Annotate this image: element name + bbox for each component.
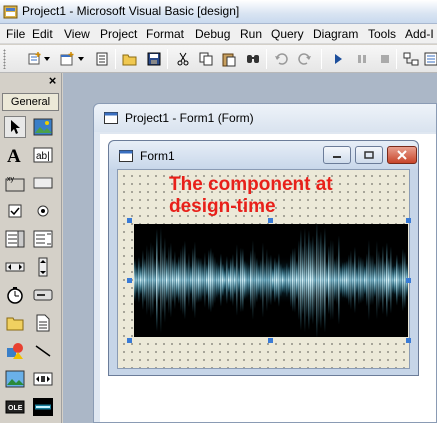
redo-icon[interactable] [296, 50, 314, 68]
toolbox-tab-general[interactable]: General [2, 93, 59, 111]
selection-handle[interactable] [406, 338, 411, 343]
form1-title-bar[interactable]: Form1 [109, 141, 418, 169]
menu-query[interactable]: Query [271, 27, 304, 41]
optionbutton-tool-icon[interactable] [32, 200, 54, 222]
toolbar-separator [321, 49, 322, 69]
filelistbox-tool-icon[interactable] [32, 312, 54, 334]
timer-tool-icon[interactable] [4, 284, 26, 306]
window-title: Project1 - Microsoft Visual Basic [desig… [22, 4, 240, 18]
form1-title: Form1 [140, 149, 175, 163]
chevron-down-icon[interactable] [43, 50, 51, 68]
image-tool-icon[interactable] [4, 368, 26, 390]
standard-toolbar [0, 45, 437, 73]
end-icon[interactable] [376, 50, 394, 68]
picturebox-tool-icon[interactable] [32, 116, 54, 138]
svg-text:OLE: OLE [8, 405, 23, 412]
menu-project[interactable]: Project [100, 27, 137, 41]
open-icon[interactable] [121, 50, 139, 68]
find-icon[interactable] [244, 50, 262, 68]
menu-file[interactable]: File [6, 27, 25, 41]
maximize-button[interactable] [355, 146, 383, 164]
dirlistbox-tool-icon[interactable] [4, 312, 26, 334]
audio-visualizer-tool-icon[interactable] [32, 396, 54, 418]
menu-view[interactable]: View [64, 27, 90, 41]
save-icon[interactable] [145, 50, 163, 68]
title-bar: Project1 - Microsoft Visual Basic [desig… [0, 0, 437, 24]
toolbox-close-button[interactable]: × [46, 74, 59, 88]
form-icon [119, 150, 133, 165]
selection-handle[interactable] [268, 218, 273, 223]
vb-ide: Project1 - Microsoft Visual Basic [desig… [0, 0, 437, 423]
vscrollbar-tool-icon[interactable] [32, 256, 54, 278]
menu-run[interactable]: Run [240, 27, 262, 41]
combobox-tool-icon[interactable] [4, 228, 26, 250]
menu-editor-icon[interactable] [93, 50, 111, 68]
listbox-tool-icon[interactable] [32, 228, 54, 250]
line-tool-icon[interactable] [32, 340, 54, 362]
hscrollbar-tool-icon[interactable] [4, 256, 26, 278]
pointer-tool-icon[interactable] [4, 116, 26, 138]
commandbutton-tool-icon[interactable] [32, 172, 54, 194]
form-icon [104, 112, 118, 127]
selection-handle[interactable] [406, 278, 411, 283]
shape-tool-icon[interactable] [4, 340, 26, 362]
toolbar-grip[interactable] [3, 49, 6, 69]
textbox-tool-icon[interactable]: ab| [32, 144, 54, 166]
add-project-icon[interactable] [26, 50, 44, 68]
label-tool-icon[interactable]: A [4, 144, 26, 166]
form1-window[interactable]: Form1 The component at design-time [108, 140, 419, 376]
properties-window-icon[interactable] [422, 50, 437, 68]
menu-bar: File Edit View Project Format Debug Run … [0, 24, 437, 44]
svg-text:A: A [7, 146, 21, 164]
selection-handle[interactable] [127, 278, 132, 283]
audio-visualizer-component[interactable] [134, 224, 408, 337]
cut-icon[interactable] [174, 50, 192, 68]
toolbox-panel: × General A ab| xy OLE [0, 73, 62, 423]
menu-edit[interactable]: Edit [32, 27, 53, 41]
add-form-icon[interactable] [58, 50, 76, 68]
selection-handle[interactable] [127, 338, 132, 343]
data-tool-icon[interactable] [32, 368, 54, 390]
vb-app-icon[interactable] [3, 4, 19, 20]
design-time-caption: The component at design-time [169, 174, 333, 218]
close-button[interactable] [387, 146, 417, 164]
svg-text:xy: xy [7, 176, 15, 183]
copy-icon[interactable] [197, 50, 215, 68]
toolbar-separator [115, 49, 116, 69]
toolbar-separator [396, 49, 397, 69]
start-icon[interactable] [329, 50, 347, 68]
menu-tools[interactable]: Tools [368, 27, 396, 41]
caption-line-2: design-time [169, 196, 276, 217]
waveform-graphic [134, 224, 408, 337]
svg-text:ab|: ab| [36, 151, 50, 162]
selection-handle[interactable] [406, 218, 411, 223]
selection-handle[interactable] [127, 218, 132, 223]
project-explorer-icon[interactable] [402, 50, 420, 68]
undo-icon[interactable] [272, 50, 290, 68]
designer-title-bar[interactable]: Project1 - Form1 (Form) [94, 104, 436, 132]
drivelistbox-tool-icon[interactable] [32, 284, 54, 306]
menu-debug[interactable]: Debug [195, 27, 230, 41]
paste-icon[interactable] [220, 50, 238, 68]
minimize-button[interactable] [323, 146, 351, 164]
ole-tool-icon[interactable]: OLE [4, 396, 26, 418]
chevron-down-icon[interactable] [77, 50, 85, 68]
checkbox-tool-icon[interactable] [4, 200, 26, 222]
form1-client-area[interactable]: The component at design-time [117, 169, 411, 369]
menu-format[interactable]: Format [146, 27, 184, 41]
frame-tool-icon[interactable]: xy [4, 172, 26, 194]
caption-line-1: The component at [169, 174, 333, 195]
menu-diagram[interactable]: Diagram [313, 27, 358, 41]
menu-add-ins[interactable]: Add-I [405, 27, 434, 41]
designer-title: Project1 - Form1 (Form) [125, 111, 254, 125]
toolbar-separator [266, 49, 267, 69]
toolbar-separator [167, 49, 168, 69]
selection-handle[interactable] [268, 338, 273, 343]
break-icon[interactable] [353, 50, 371, 68]
